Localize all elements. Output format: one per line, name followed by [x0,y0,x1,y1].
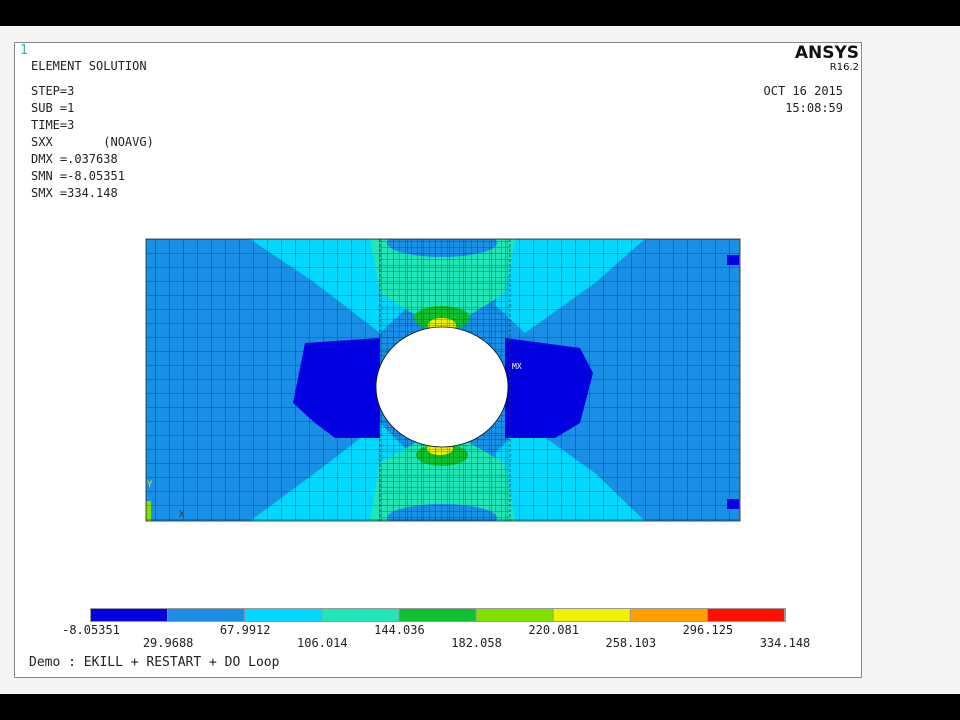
legend-label: 144.036 [374,623,425,637]
legend-swatch-2 [168,609,245,621]
legend-colorbar [90,608,786,622]
legend-label: 67.9912 [219,623,271,637]
graphics-frame: 1 ELEMENT SOLUTION STEP=3 SUB =1 TIME=3 … [0,26,960,694]
legend-label: -8.05351 [62,623,120,637]
legend-label: 296.125 [682,623,734,637]
axis-x-label: X [179,510,185,520]
legend-label: 29.9688 [142,636,194,650]
legend-label: 258.103 [605,636,657,650]
legend-label: 182.058 [451,636,502,650]
legend-swatch-3 [245,609,322,621]
legend-swatch-5 [399,609,476,621]
axis-y-label: Y [147,480,153,490]
legend-swatch-7 [553,609,630,621]
contour-plot: MX Y X [90,238,786,622]
legend-label: 334.148 [759,636,811,650]
mx-marker: MX [512,362,522,371]
legend-swatch-4 [322,609,399,621]
legend-swatch-8 [630,609,707,621]
legend-label: 106.014 [297,636,348,650]
center-hole [375,326,509,448]
legend-label: 220.081 [528,623,579,637]
plot-window[interactable]: 1 ELEMENT SOLUTION STEP=3 SUB =1 TIME=3 … [14,42,862,678]
legend-labels-bottom: 29.9688 106.014 182.058 258.103 334.148 [15,43,863,650]
legend-swatch-1 [91,609,168,621]
legend-swatch-6 [476,609,553,621]
legend-swatch-9 [707,609,784,621]
plot-caption: Demo : EKILL + RESTART + DO Loop [29,655,280,670]
